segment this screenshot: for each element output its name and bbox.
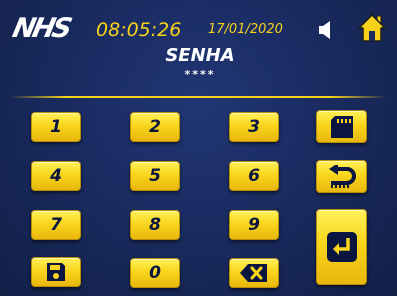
sd-card-icon: [329, 115, 355, 139]
speaker-icon[interactable]: [318, 20, 334, 40]
save-button[interactable]: [31, 257, 81, 287]
enter-button[interactable]: [316, 209, 367, 285]
key-7[interactable]: 7: [31, 210, 81, 240]
clock-time: 08:05:26: [96, 19, 182, 41]
enter-icon: [326, 232, 357, 262]
header-divider: [10, 96, 387, 98]
page-title: SENHA: [165, 45, 235, 66]
sd-card-button[interactable]: [316, 110, 367, 143]
backspace-icon: [239, 263, 269, 283]
key-0[interactable]: 0: [130, 258, 180, 288]
key-9[interactable]: 9: [229, 210, 279, 240]
password-field[interactable]: ****: [150, 69, 250, 81]
back-button[interactable]: [316, 160, 367, 193]
password-screen: { "header": { "logo": "NHS", "time": "08…: [0, 0, 397, 296]
home-icon[interactable]: [357, 13, 387, 43]
back-arrow-icon: [327, 164, 357, 189]
floppy-disk-icon: [45, 261, 67, 283]
backspace-button[interactable]: [229, 258, 279, 288]
key-5[interactable]: 5: [130, 161, 180, 191]
clock-date: 17/01/2020: [208, 22, 283, 37]
key-8[interactable]: 8: [130, 210, 180, 240]
key-2[interactable]: 2: [130, 112, 180, 142]
key-3[interactable]: 3: [229, 112, 279, 142]
nhs-logo: NHS: [9, 13, 73, 44]
key-4[interactable]: 4: [31, 161, 81, 191]
key-1[interactable]: 1: [31, 112, 81, 142]
key-6[interactable]: 6: [229, 161, 279, 191]
